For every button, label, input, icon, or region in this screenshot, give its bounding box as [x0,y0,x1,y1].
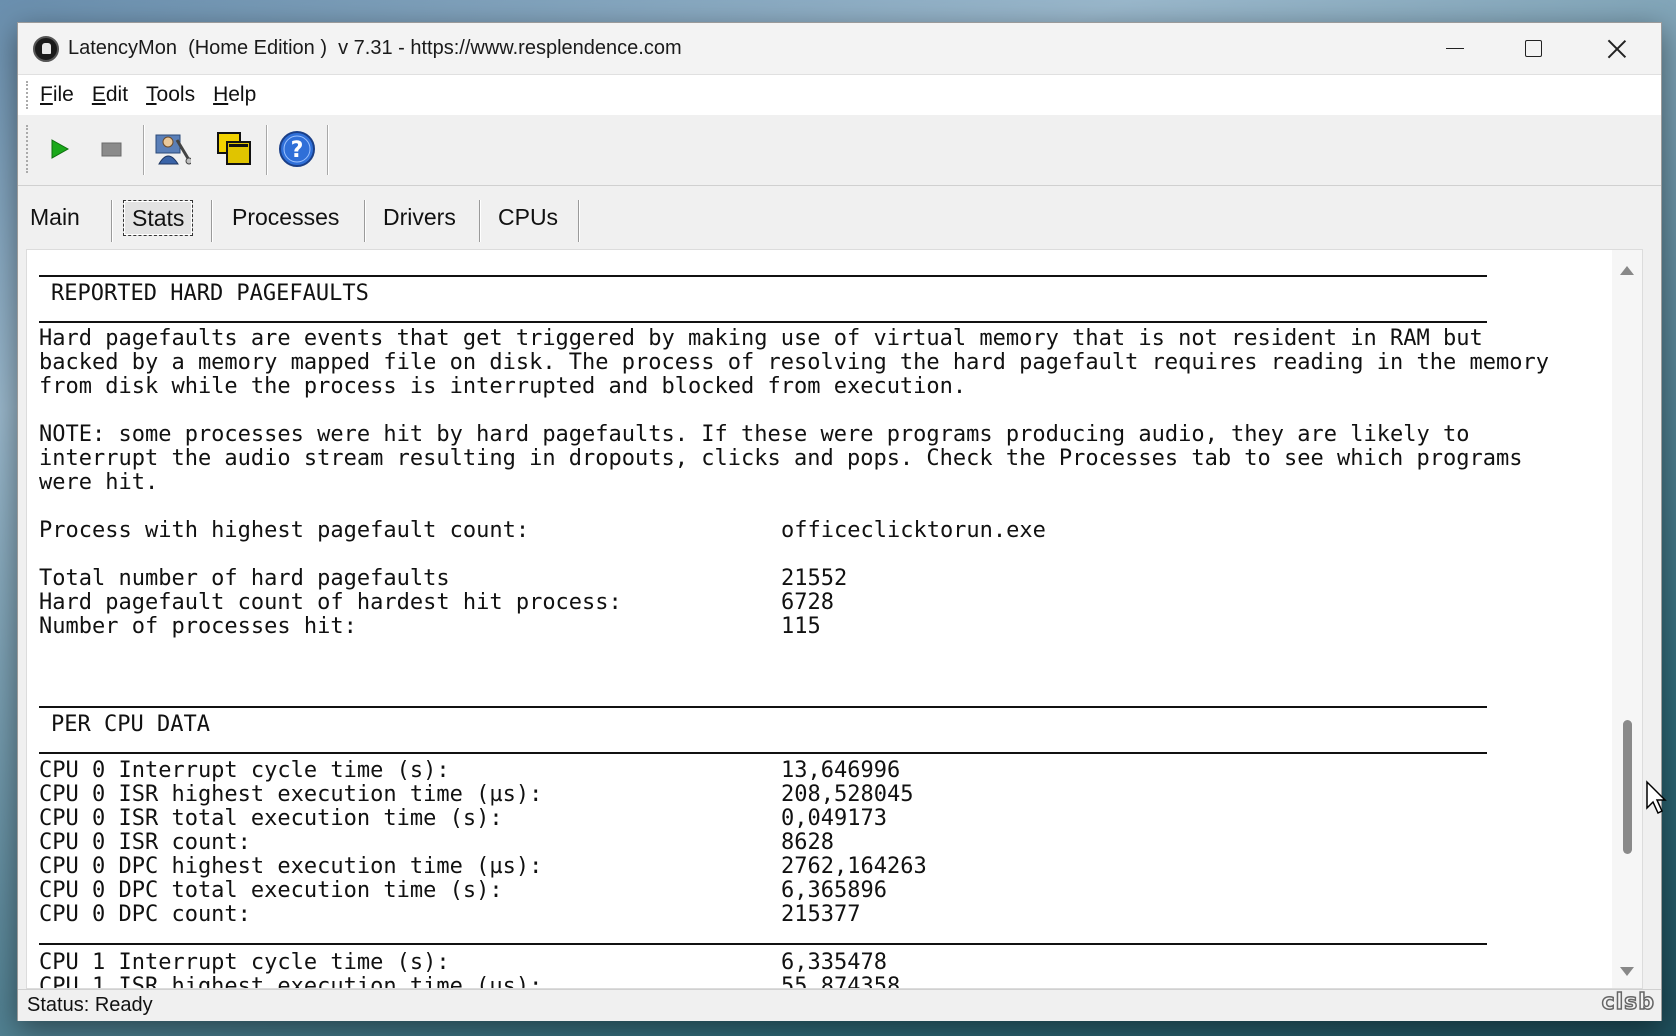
cpu-stat-label: CPU 0 Interrupt cycle time (s): [39,758,450,783]
stat-label: Total number of hard pagefaults [39,566,450,591]
stop-button[interactable] [91,129,131,169]
pagefaults-heading: REPORTED HARD PAGEFAULTS [51,281,369,306]
toolbar: ? [18,115,1661,186]
scrollbar-thumb[interactable] [1623,720,1632,854]
status-text: Status: Ready [27,994,153,1016]
tab-separator [479,200,481,242]
stat-label: Process with highest pagefault count: [39,518,530,543]
scroll-down-arrow-icon[interactable] [1620,967,1634,976]
toolbar-separator [266,125,268,175]
copy-windows-button[interactable] [214,129,254,169]
pagefaults-desc-line: from disk while the process is interrupt… [39,374,967,399]
stat-value: 6728 [781,590,834,615]
stop-icon [101,142,122,157]
menu-help[interactable]: Help [211,83,258,107]
section-rule [39,943,1487,945]
cpu-stat-value: 215377 [781,902,861,927]
user-settings-button[interactable] [152,129,192,169]
svg-text:?: ? [291,138,304,163]
tab-separator [578,200,580,242]
menu-file-mnemonic: F [40,83,53,106]
scroll-up-arrow-icon[interactable] [1620,266,1634,275]
stat-label: Number of processes hit: [39,614,357,639]
cpu-stat-value: 13,646996 [781,758,901,783]
menu-edit-mnemonic: E [91,83,106,106]
menu-bar: File Edit Tools Help [18,74,1661,116]
play-icon [51,139,70,159]
pagefaults-desc-line: Hard pagefaults are events that get trig… [39,326,1483,351]
cpu-stat-label: CPU 0 DPC total execution time (s): [39,878,503,903]
tab-strip: Main Stats Processes Drivers CPUs [18,186,1661,248]
cpu-stat-value: 8628 [781,830,834,855]
cpu-stat-label: CPU 0 ISR count: [39,830,251,855]
menu-edit-label: dit [105,83,129,106]
menu-grip [26,81,31,109]
status-bar: Status: Ready clsb [18,989,1661,1021]
cpu-stat-label: CPU 0 ISR total execution time (s): [39,806,503,831]
section-rule [39,752,1487,754]
maximize-icon [1524,40,1542,57]
maximize-button[interactable] [1494,23,1572,74]
cpu-stat-value: 2762,164263 [781,854,927,879]
latencymon-window: LatencyMon (Home Edition ) v 7.31 - http… [17,22,1662,1021]
stat-value: 115 [781,614,821,639]
note-line: NOTE: some processes were hit by hard pa… [39,422,1470,447]
tab-separator [111,200,113,242]
toolbar-grip [26,125,31,173]
section-rule [39,706,1487,708]
tab-separator [211,200,213,242]
tab-cpus[interactable]: CPUs [498,200,558,234]
window-title: LatencyMon (Home Edition ) v 7.31 - http… [68,37,682,59]
minimize-button[interactable] [1416,23,1494,74]
cpu-stat-label: CPU 0 ISR highest execution time (µs): [39,782,543,807]
cpu-stat-value: 6,335478 [781,950,887,975]
cpu-stat-label: CPU 1 Interrupt cycle time (s): [39,950,450,975]
tab-processes[interactable]: Processes [232,200,339,234]
tab-main[interactable]: Main [30,200,80,234]
toolbar-separator [143,125,145,175]
vertical-scrollbar[interactable] [1612,250,1642,988]
tab-separator [364,200,366,242]
menu-tools-label: ools [156,83,196,106]
close-icon [1607,39,1627,59]
user-settings-icon [155,134,191,165]
stat-label: Hard pagefault count of hardest hit proc… [39,590,622,615]
tab-drivers[interactable]: Drivers [383,200,456,234]
stat-value: officeclicktorun.exe [781,518,1046,543]
stat-value: 21552 [781,566,848,591]
toolbar-separator [327,125,329,175]
cpu-stat-value: 208,528045 [781,782,914,807]
section-rule [39,321,1487,323]
section-rule [39,275,1487,277]
title-bar[interactable]: LatencyMon (Home Edition ) v 7.31 - http… [18,23,1661,74]
help-button[interactable]: ? [277,129,317,169]
menu-tools-mnemonic: T [146,83,157,106]
cpu-stat-label: CPU 0 DPC highest execution time (µs): [39,854,543,879]
start-button[interactable] [39,129,79,169]
menu-file[interactable]: File [38,83,76,107]
menu-help-mnemonic: H [213,83,229,106]
menu-help-label: elp [228,83,257,106]
close-button[interactable] [1578,23,1656,74]
stats-report-panel[interactable]: REPORTED HARD PAGEFAULTS Hard pagefaults… [26,249,1643,989]
cpu-stat-label: CPU 1 ISR highest execution time (µs): [39,974,543,989]
cpu-stat-value: 0,049173 [781,806,887,831]
pagefaults-desc-line: backed by a memory mapped file on disk. … [39,350,1549,375]
tab-stats[interactable]: Stats [123,200,194,236]
mouse-cursor-icon [1646,780,1667,815]
copy-windows-icon [217,132,251,165]
app-icon [33,36,59,62]
cpu-stat-label: CPU 0 DPC count: [39,902,251,927]
menu-tools[interactable]: Tools [144,83,197,107]
cpu-stat-value: 6,365896 [781,878,887,903]
note-line: were hit. [39,470,159,495]
vendor-logo: clsb [1601,989,1655,1016]
note-line: interrupt the audio stream resulting in … [39,446,1523,471]
minimize-icon [1446,48,1464,49]
menu-file-label: ile [52,83,74,106]
per-cpu-heading: PER CPU DATA [51,712,210,737]
cpu-stat-value: 55,874358 [781,974,901,989]
help-icon: ? [279,131,315,167]
menu-edit[interactable]: Edit [90,83,130,107]
